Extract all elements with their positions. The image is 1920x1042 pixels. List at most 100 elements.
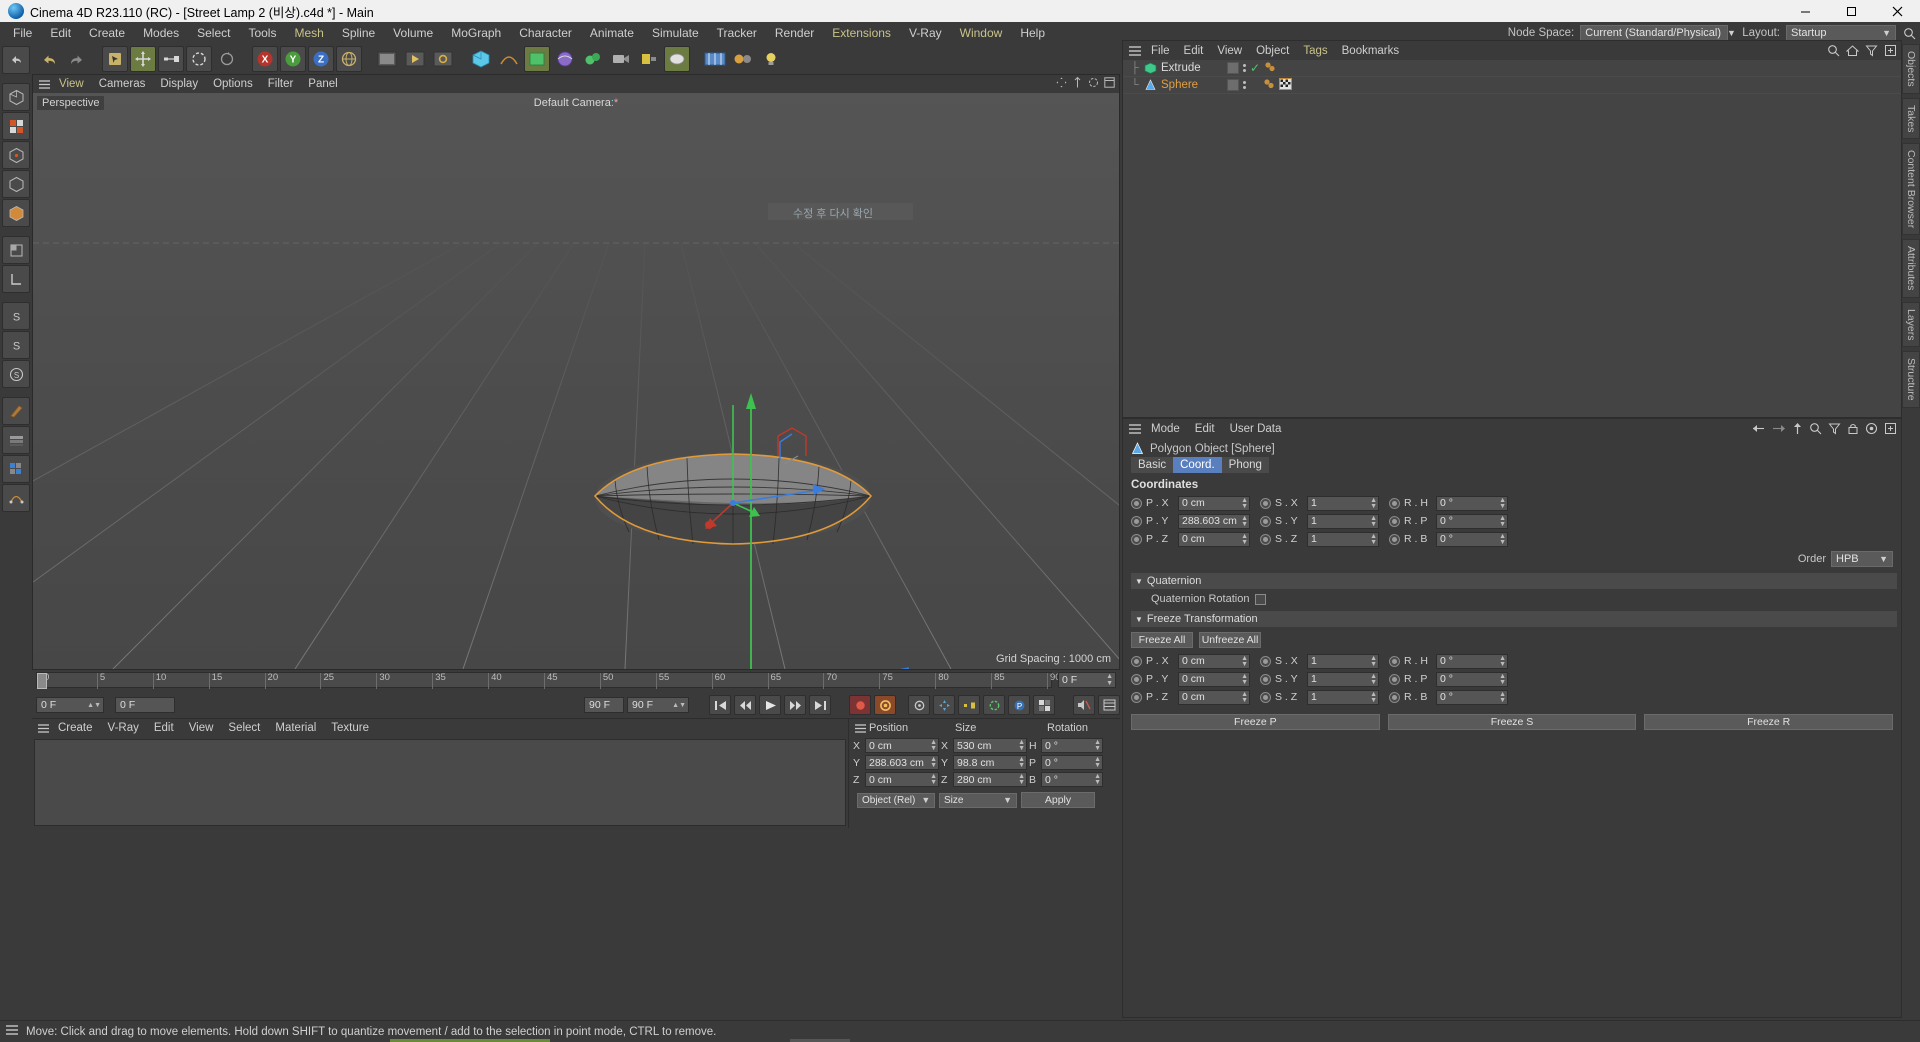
coordinate-rotation-radio[interactable] <box>1389 497 1400 509</box>
autokeying-button[interactable] <box>874 695 896 715</box>
close-button[interactable] <box>1874 0 1920 22</box>
menu-item-spline[interactable]: Spline <box>333 23 384 43</box>
spinner-icon[interactable]: ▲▼ <box>1370 691 1377 704</box>
attributes-tab-basic[interactable]: Basic <box>1131 457 1174 473</box>
object-menu-view[interactable]: View <box>1210 44 1249 58</box>
add-light-button[interactable] <box>636 46 662 72</box>
spinner-icon[interactable]: ▲▼ <box>1094 773 1101 786</box>
attributes-hamburger-icon[interactable] <box>1127 423 1143 434</box>
timeline-frame-field[interactable]: 0 F ▲ ▼ <box>1058 672 1116 688</box>
coordinate-scale-field[interactable]: 1 ▲ ▼ <box>1307 531 1379 547</box>
menu-item-mograph[interactable]: MoGraph <box>442 23 510 43</box>
undo-button[interactable] <box>36 46 62 72</box>
spinner-icon[interactable]: ▲▼ <box>1018 773 1025 786</box>
freeze-transformation-section-header[interactable]: ▼ Freeze Transformation <box>1131 611 1897 627</box>
phong-tag-icon[interactable] <box>1263 61 1277 76</box>
coordinate-scale-field[interactable]: 1 ▲ ▼ <box>1307 495 1379 511</box>
spinner-icon[interactable]: ▲▼ <box>1106 673 1113 687</box>
rotate-tool-button[interactable] <box>186 46 212 72</box>
object-hamburger-icon[interactable] <box>1127 45 1143 56</box>
coordinate-rotation-radio[interactable] <box>1389 533 1400 545</box>
spinner-icon[interactable]: ▲▼ <box>1094 756 1101 769</box>
menu-item-animate[interactable]: Animate <box>581 23 643 43</box>
spinner-icon[interactable]: ▲▼ <box>1370 655 1377 668</box>
spinner-icon[interactable]: ▲▼ <box>1499 533 1506 546</box>
go-to-end-button[interactable] <box>809 695 831 715</box>
coordinate-rotation-field[interactable]: 0 ° ▲ ▼ <box>1436 671 1508 687</box>
viewport-rotate-icon[interactable] <box>1088 77 1099 91</box>
spinner-icon[interactable]: ▲▼ <box>1370 515 1377 528</box>
dock-tab-content-browser[interactable]: Content Browser <box>1902 143 1920 236</box>
attributes-add-icon[interactable] <box>1884 422 1897 438</box>
material-menu-view[interactable]: View <box>182 721 221 735</box>
viewport-menu-cameras[interactable]: Cameras <box>92 77 153 91</box>
coordinate-position-field[interactable]: 0 cm ▲ ▼ <box>1178 653 1250 669</box>
node-space-select[interactable]: Current (Standard/Physical) ▼ <box>1580 25 1736 41</box>
material-menu-select[interactable]: Select <box>221 721 267 735</box>
add-deformer-button[interactable] <box>552 46 578 72</box>
viewport-hamburger-icon[interactable] <box>37 79 51 89</box>
coord-manager-position-field[interactable]: 0 cm ▲ ▼ <box>865 772 939 787</box>
coordinate-scale-radio[interactable] <box>1260 673 1271 685</box>
material-menu-material[interactable]: Material <box>268 721 323 735</box>
spinner-icon[interactable]: ▲▼ <box>1241 497 1248 510</box>
object-menu-object[interactable]: Object <box>1249 44 1296 58</box>
coordinate-rotation-field[interactable]: 0 ° ▲ ▼ <box>1436 495 1508 511</box>
spinner-icon[interactable]: ▲▼ <box>930 773 937 786</box>
material-menu-create[interactable]: Create <box>51 721 100 735</box>
menu-item-volume[interactable]: Volume <box>384 23 442 43</box>
render-to-picture-viewer-button[interactable] <box>402 46 428 72</box>
lock-y-axis-button[interactable]: Y <box>280 46 306 72</box>
tree-expander-icon[interactable]: ├ <box>1131 62 1143 74</box>
coordinate-rotation-field[interactable]: 0 ° ▲ ▼ <box>1436 513 1508 529</box>
render-settings-button[interactable] <box>430 46 456 72</box>
coordinate-position-radio[interactable] <box>1131 533 1142 545</box>
object-name[interactable]: Extrude <box>1161 62 1201 74</box>
spinner-icon[interactable]: ▲▼ <box>1499 515 1506 528</box>
coordinate-position-field[interactable]: 0 cm ▲ ▼ <box>1178 495 1250 511</box>
layout-select[interactable]: Startup ▼ <box>1786 25 1896 41</box>
coord-apply-button[interactable]: Apply <box>1021 792 1095 808</box>
coordinate-rotation-field[interactable]: 0 ° ▲ ▼ <box>1436 689 1508 705</box>
coordinate-rotation-field[interactable]: 0 ° ▲ ▼ <box>1436 653 1508 669</box>
coordinate-rotation-radio[interactable] <box>1389 673 1400 685</box>
enable-snap-icon[interactable]: S <box>2 302 30 330</box>
coordinate-rotation-field[interactable]: 0 ° ▲ ▼ <box>1436 531 1508 547</box>
menu-item-tools[interactable]: Tools <box>239 23 285 43</box>
viewport-zoom-icon[interactable] <box>1072 76 1083 91</box>
spline-tool-icon[interactable] <box>2 484 30 512</box>
viewport-menu-display[interactable]: Display <box>153 77 205 91</box>
search-icon[interactable] <box>1902 26 1916 40</box>
coord-manager-size-field[interactable]: 280 cm ▲ ▼ <box>953 772 1027 787</box>
add-spline-button[interactable] <box>496 46 522 72</box>
coordinate-position-radio[interactable] <box>1131 497 1142 509</box>
object-manager-tree[interactable]: ├ Extrude ✓ └ Sphere <box>1123 60 1901 417</box>
material-menu-edit[interactable]: Edit <box>147 721 181 735</box>
freeze-r-button[interactable]: Freeze R <box>1644 714 1894 730</box>
spinner-icon[interactable]: ▲▼ <box>672 702 686 709</box>
add-environment-button[interactable] <box>580 46 606 72</box>
viewport-canvas[interactable]: Perspective Default Camera:* 수정 후 다시 확인 … <box>33 93 1119 669</box>
unfreeze-all-button[interactable]: Unfreeze All <box>1199 632 1261 648</box>
viewport-menu-view[interactable]: View <box>52 77 91 91</box>
spinner-icon[interactable]: ▲▼ <box>87 702 101 709</box>
attributes-search-icon[interactable] <box>1809 422 1822 438</box>
object-search-icon[interactable] <box>1827 44 1840 60</box>
coordinate-scale-radio[interactable] <box>1260 533 1271 545</box>
record-active-objects-button[interactable] <box>849 695 871 715</box>
sound-toggle-button[interactable] <box>1073 695 1095 715</box>
world-object-coordinates-button[interactable] <box>336 46 362 72</box>
previous-frame-button[interactable] <box>734 695 756 715</box>
attributes-tab-coord[interactable]: Coord. <box>1173 457 1222 473</box>
knife-tool-icon[interactable] <box>2 397 30 425</box>
attributes-lock-icon[interactable] <box>1847 422 1859 438</box>
spinner-icon[interactable]: ▲▼ <box>930 756 937 769</box>
render-view-button[interactable] <box>374 46 400 72</box>
rotation-key-button[interactable] <box>983 695 1005 715</box>
spinner-icon[interactable]: ▲▼ <box>1499 673 1506 686</box>
spinner-icon[interactable]: ▲▼ <box>1499 497 1506 510</box>
material-menu-vray[interactable]: V-Ray <box>101 721 146 735</box>
coord-manager-rotation-field[interactable]: 0 ° ▲ ▼ <box>1041 738 1103 753</box>
attributes-up-icon[interactable] <box>1792 422 1803 438</box>
position-key-button[interactable] <box>933 695 955 715</box>
